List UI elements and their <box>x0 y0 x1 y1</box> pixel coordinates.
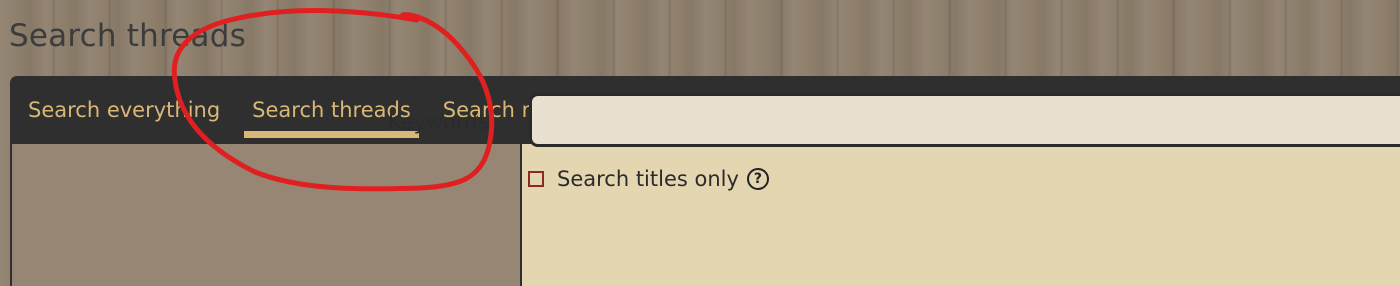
keywords-label: Keywords: <box>388 110 496 134</box>
titles-only-checkbox[interactable] <box>528 171 544 187</box>
form-input-column <box>522 144 1400 286</box>
tab-search-everything[interactable]: Search everything <box>10 76 236 144</box>
titles-only-row: Search titles only ? <box>528 167 769 191</box>
keywords-input[interactable] <box>529 93 1400 147</box>
page-title: Search threads <box>9 18 246 54</box>
titles-only-label[interactable]: Search titles only <box>557 167 739 191</box>
help-glyph: ? <box>753 171 762 187</box>
help-circle-icon[interactable]: ? <box>746 168 769 190</box>
form-label-column <box>12 144 520 286</box>
